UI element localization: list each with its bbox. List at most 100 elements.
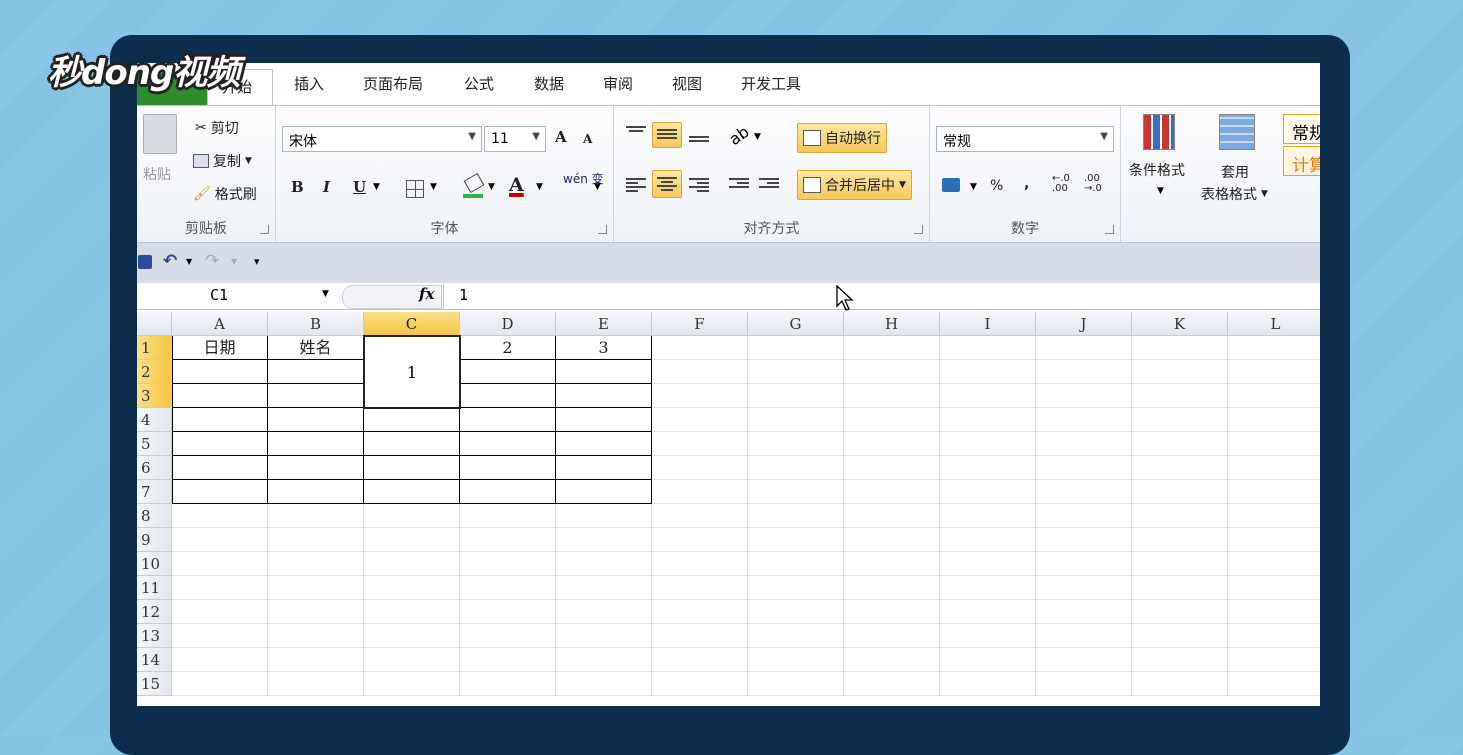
cell-k14[interactable] bbox=[1132, 648, 1228, 672]
cell-b14[interactable] bbox=[268, 648, 364, 672]
align-right-icon[interactable] bbox=[689, 176, 709, 192]
column-header-e[interactable]: E bbox=[556, 312, 652, 336]
cell-j8[interactable] bbox=[1036, 504, 1132, 528]
cell-i11[interactable] bbox=[940, 576, 1036, 600]
row-header-15[interactable]: 15 bbox=[137, 672, 172, 696]
cell-j15[interactable] bbox=[1036, 672, 1132, 696]
column-header-b[interactable]: B bbox=[268, 312, 364, 336]
tab-developer[interactable]: 开发工具 bbox=[741, 73, 801, 94]
tab-insert[interactable]: 插入 bbox=[294, 73, 324, 94]
underline-button[interactable]: U bbox=[353, 178, 366, 196]
merge-center-button[interactable]: 合并后居中 ▼ bbox=[797, 170, 912, 200]
cell-c9[interactable] bbox=[364, 528, 460, 552]
cell-h15[interactable] bbox=[844, 672, 940, 696]
formula-input[interactable]: 1 bbox=[459, 286, 468, 304]
column-header-c[interactable]: C bbox=[364, 312, 460, 336]
cell-a7[interactable] bbox=[172, 480, 268, 504]
cell-e3[interactable] bbox=[556, 384, 652, 408]
name-box[interactable]: C1 ▼ bbox=[137, 283, 337, 309]
cell-d6[interactable] bbox=[460, 456, 556, 480]
cell-h5[interactable] bbox=[844, 432, 940, 456]
cell-l12[interactable] bbox=[1228, 600, 1320, 624]
cell-k3[interactable] bbox=[1132, 384, 1228, 408]
cell-l11[interactable] bbox=[1228, 576, 1320, 600]
cell-i1[interactable] bbox=[940, 336, 1036, 360]
alignment-launcher-icon[interactable] bbox=[914, 225, 923, 234]
cell-d9[interactable] bbox=[460, 528, 556, 552]
cell-e15[interactable] bbox=[556, 672, 652, 696]
cell-g2[interactable] bbox=[748, 360, 844, 384]
undo-icon[interactable]: ↶ bbox=[163, 251, 177, 271]
save-icon[interactable] bbox=[138, 255, 152, 269]
cell-f9[interactable] bbox=[652, 528, 748, 552]
cell-b7[interactable] bbox=[268, 480, 364, 504]
cell-i10[interactable] bbox=[940, 552, 1036, 576]
cell-j3[interactable] bbox=[1036, 384, 1132, 408]
cell-b8[interactable] bbox=[268, 504, 364, 528]
cell-g7[interactable] bbox=[748, 480, 844, 504]
cell-f1[interactable] bbox=[652, 336, 748, 360]
cell-e1[interactable]: 3 bbox=[556, 336, 652, 360]
cell-e8[interactable] bbox=[556, 504, 652, 528]
cell-d15[interactable] bbox=[460, 672, 556, 696]
cell-l7[interactable] bbox=[1228, 480, 1320, 504]
cell-c8[interactable] bbox=[364, 504, 460, 528]
chevron-down-icon[interactable]: ▼ bbox=[1157, 186, 1164, 196]
copy-button[interactable]: 复制 ▼ bbox=[193, 151, 252, 171]
cell-h4[interactable] bbox=[844, 408, 940, 432]
style-calc[interactable]: 计算 bbox=[1283, 146, 1320, 176]
cell-l6[interactable] bbox=[1228, 456, 1320, 480]
cell-l10[interactable] bbox=[1228, 552, 1320, 576]
cell-g12[interactable] bbox=[748, 600, 844, 624]
conditional-format-button[interactable]: 条件格式 bbox=[1129, 160, 1185, 180]
cell-d13[interactable] bbox=[460, 624, 556, 648]
function-icon[interactable]: fx bbox=[419, 285, 434, 303]
cell-a9[interactable] bbox=[172, 528, 268, 552]
row-header-13[interactable]: 13 bbox=[137, 624, 172, 648]
cell-c10[interactable] bbox=[364, 552, 460, 576]
column-header-d[interactable]: D bbox=[460, 312, 556, 336]
align-left-icon[interactable] bbox=[626, 176, 646, 192]
cut-button[interactable]: ✂ 剪切 bbox=[195, 118, 239, 138]
cell-l2[interactable] bbox=[1228, 360, 1320, 384]
row-header-6[interactable]: 6 bbox=[137, 456, 172, 480]
cell-h9[interactable] bbox=[844, 528, 940, 552]
cell-c4[interactable] bbox=[364, 408, 460, 432]
cell-h2[interactable] bbox=[844, 360, 940, 384]
cell-l13[interactable] bbox=[1228, 624, 1320, 648]
cell-h8[interactable] bbox=[844, 504, 940, 528]
cell-a4[interactable] bbox=[172, 408, 268, 432]
cell-b15[interactable] bbox=[268, 672, 364, 696]
decrease-indent-icon[interactable] bbox=[729, 176, 749, 192]
cell-j4[interactable] bbox=[1036, 408, 1132, 432]
cell-b2[interactable] bbox=[268, 360, 364, 384]
cell-h13[interactable] bbox=[844, 624, 940, 648]
cell-c7[interactable] bbox=[364, 480, 460, 504]
font-size-select[interactable]: 11 ▼ bbox=[484, 126, 546, 152]
cell-k9[interactable] bbox=[1132, 528, 1228, 552]
cell-b13[interactable] bbox=[268, 624, 364, 648]
cell-e10[interactable] bbox=[556, 552, 652, 576]
cell-b10[interactable] bbox=[268, 552, 364, 576]
column-header-l[interactable]: L bbox=[1228, 312, 1320, 336]
percent-button[interactable]: % bbox=[990, 178, 1003, 194]
column-header-g[interactable]: G bbox=[748, 312, 844, 336]
cell-f3[interactable] bbox=[652, 384, 748, 408]
cell-a8[interactable] bbox=[172, 504, 268, 528]
cell-f11[interactable] bbox=[652, 576, 748, 600]
comma-button[interactable]: , bbox=[1024, 176, 1029, 192]
cell-b4[interactable] bbox=[268, 408, 364, 432]
cell-d2[interactable] bbox=[460, 360, 556, 384]
cell-a5[interactable] bbox=[172, 432, 268, 456]
cell-a1[interactable]: 日期 bbox=[172, 336, 268, 360]
cell-j2[interactable] bbox=[1036, 360, 1132, 384]
font-launcher-icon[interactable] bbox=[598, 225, 607, 234]
cell-g14[interactable] bbox=[748, 648, 844, 672]
chevron-down-icon[interactable]: ▼ bbox=[754, 132, 761, 142]
cell-h3[interactable] bbox=[844, 384, 940, 408]
row-header-1[interactable]: 1 bbox=[137, 336, 172, 360]
cell-c6[interactable] bbox=[364, 456, 460, 480]
cell-f4[interactable] bbox=[652, 408, 748, 432]
cell-b5[interactable] bbox=[268, 432, 364, 456]
cell-i6[interactable] bbox=[940, 456, 1036, 480]
